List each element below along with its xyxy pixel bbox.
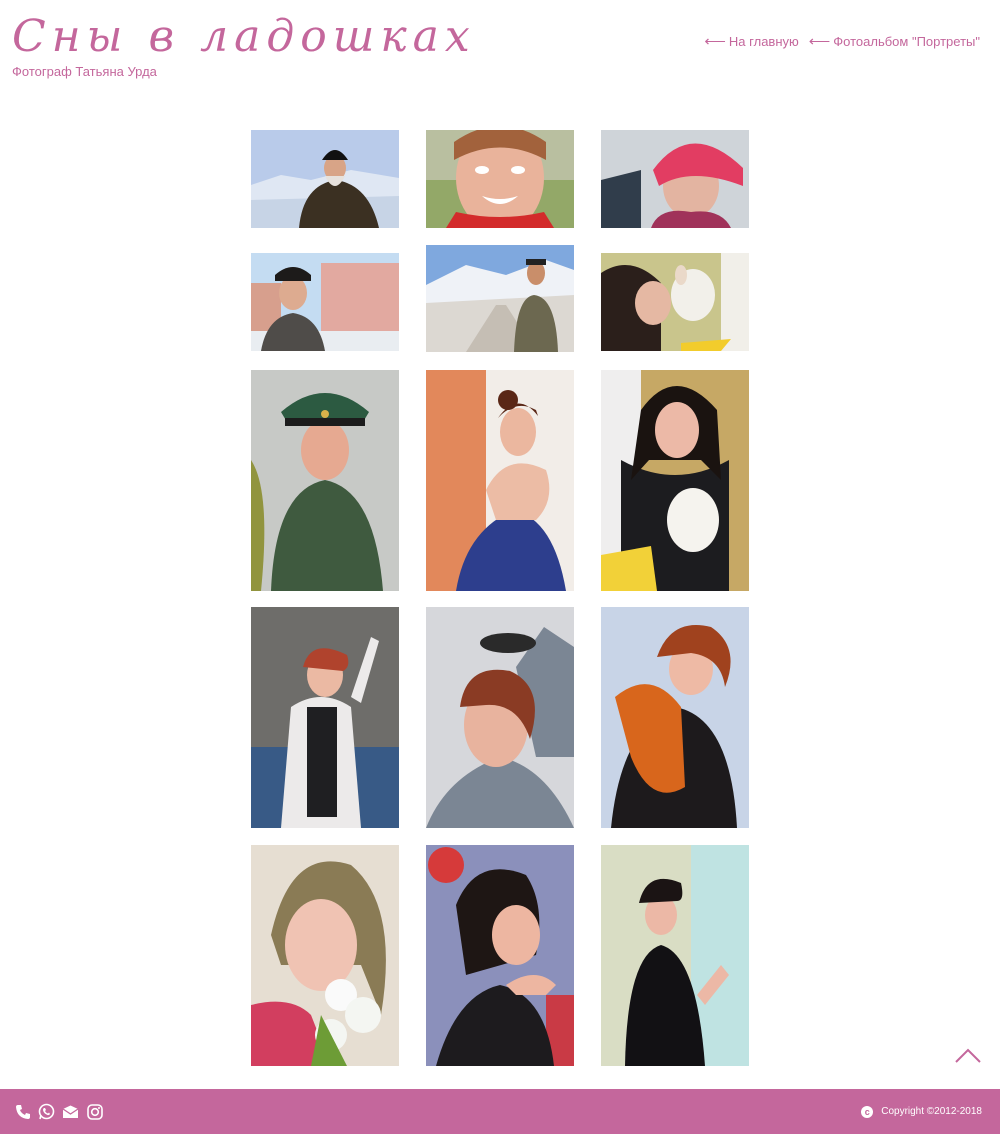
photo-thumbnail[interactable] — [426, 130, 574, 228]
photo-thumbnail[interactable] — [426, 607, 574, 828]
photo-thumbnail[interactable] — [601, 370, 749, 591]
scroll-to-top-button[interactable] — [952, 1042, 984, 1066]
nav-home-label: На главную — [728, 33, 799, 49]
phone-icon[interactable] — [14, 1103, 31, 1120]
copyright: c Copyright ©2012-2018 — [861, 1105, 982, 1118]
photo-thumbnail[interactable] — [601, 607, 749, 828]
photo-thumbnail[interactable] — [251, 253, 399, 351]
breadcrumb-nav: ⟵ На главную ⟵ Фотоальбом "Портреты" — [704, 32, 980, 50]
photo-thumbnail[interactable] — [601, 845, 749, 1066]
nav-album-link[interactable]: ⟵ Фотоальбом "Портреты" — [809, 32, 980, 50]
left-arrow-icon: ⟵ — [704, 33, 726, 50]
nav-home-link[interactable]: ⟵ На главную — [704, 32, 798, 50]
photo-thumbnail[interactable] — [426, 245, 574, 352]
photo-thumbnail[interactable] — [251, 370, 399, 591]
copyright-text: Copyright ©2012-2018 — [881, 1106, 982, 1117]
site-logo[interactable]: Сны в ладошках Фотограф Татьяна Урда — [12, 10, 476, 79]
social-links — [14, 1103, 103, 1120]
site-header: Сны в ладошках Фотограф Татьяна Урда ⟵ Н… — [0, 0, 1000, 100]
photo-thumbnail[interactable] — [426, 370, 574, 591]
email-icon[interactable] — [62, 1103, 79, 1120]
nav-album-label: Фотоальбом "Портреты" — [833, 33, 980, 49]
photo-thumbnail[interactable] — [251, 607, 399, 828]
site-title[interactable]: Сны в ладошках — [12, 10, 476, 64]
photo-thumbnail[interactable] — [251, 130, 399, 228]
whatsapp-icon[interactable] — [38, 1103, 55, 1120]
left-arrow-icon: ⟵ — [808, 33, 831, 50]
site-subtitle: Фотограф Татьяна Урда — [12, 64, 157, 79]
photo-thumbnail[interactable] — [251, 845, 399, 1066]
photo-thumbnail[interactable] — [601, 253, 749, 351]
chevron-up-icon — [955, 1048, 981, 1063]
photo-thumbnail[interactable] — [426, 845, 574, 1066]
photo-thumbnail[interactable] — [601, 130, 749, 228]
copyright-icon: c — [861, 1105, 874, 1118]
instagram-icon[interactable] — [86, 1103, 103, 1120]
site-footer: c Copyright ©2012-2018 — [0, 1089, 1000, 1134]
